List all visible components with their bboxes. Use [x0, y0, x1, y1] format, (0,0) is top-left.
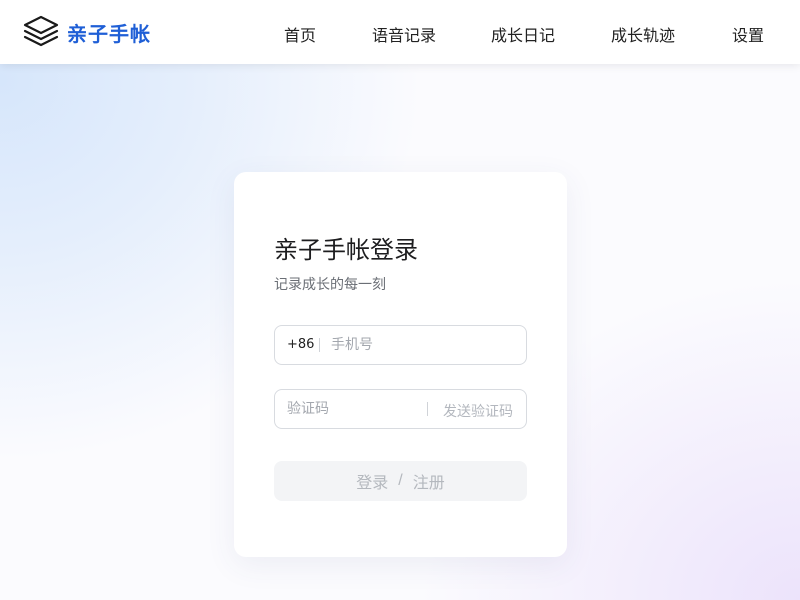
nav-item-growth-diary[interactable]: 成长日记 — [491, 22, 555, 46]
field-divider — [319, 338, 320, 352]
code-field: 发送验证码 — [274, 389, 527, 429]
send-code-button[interactable]: 发送验证码 — [443, 401, 513, 421]
field-divider — [427, 402, 428, 416]
register-label: 注册 — [412, 475, 445, 492]
verification-code-input[interactable] — [287, 390, 417, 428]
nav-item-growth-track[interactable]: 成长轨迹 — [611, 22, 675, 46]
top-navbar: 亲子手帐 首页 语音记录 成长日记 成长轨迹 设置 — [0, 0, 800, 64]
main-nav: 首页 语音记录 成长日记 成长轨迹 设置 — [0, 0, 800, 64]
login-title: 亲子手帐登录 — [274, 236, 418, 264]
login-label: 登录 — [356, 475, 389, 492]
label-divider: / — [398, 472, 403, 489]
login-card: 亲子手帐登录 记录成长的每一刻 +86 发送验证码 登录 / 注册 — [234, 172, 567, 557]
nav-item-home[interactable]: 首页 — [284, 22, 316, 46]
country-code[interactable]: +86 — [287, 337, 314, 352]
login-register-button[interactable]: 登录 / 注册 — [274, 461, 527, 501]
nav-item-voice-record[interactable]: 语音记录 — [372, 22, 436, 46]
phone-input[interactable] — [331, 326, 516, 364]
login-subtitle: 记录成长的每一刻 — [274, 277, 386, 293]
phone-field: +86 — [274, 325, 527, 365]
nav-item-settings[interactable]: 设置 — [732, 22, 764, 46]
